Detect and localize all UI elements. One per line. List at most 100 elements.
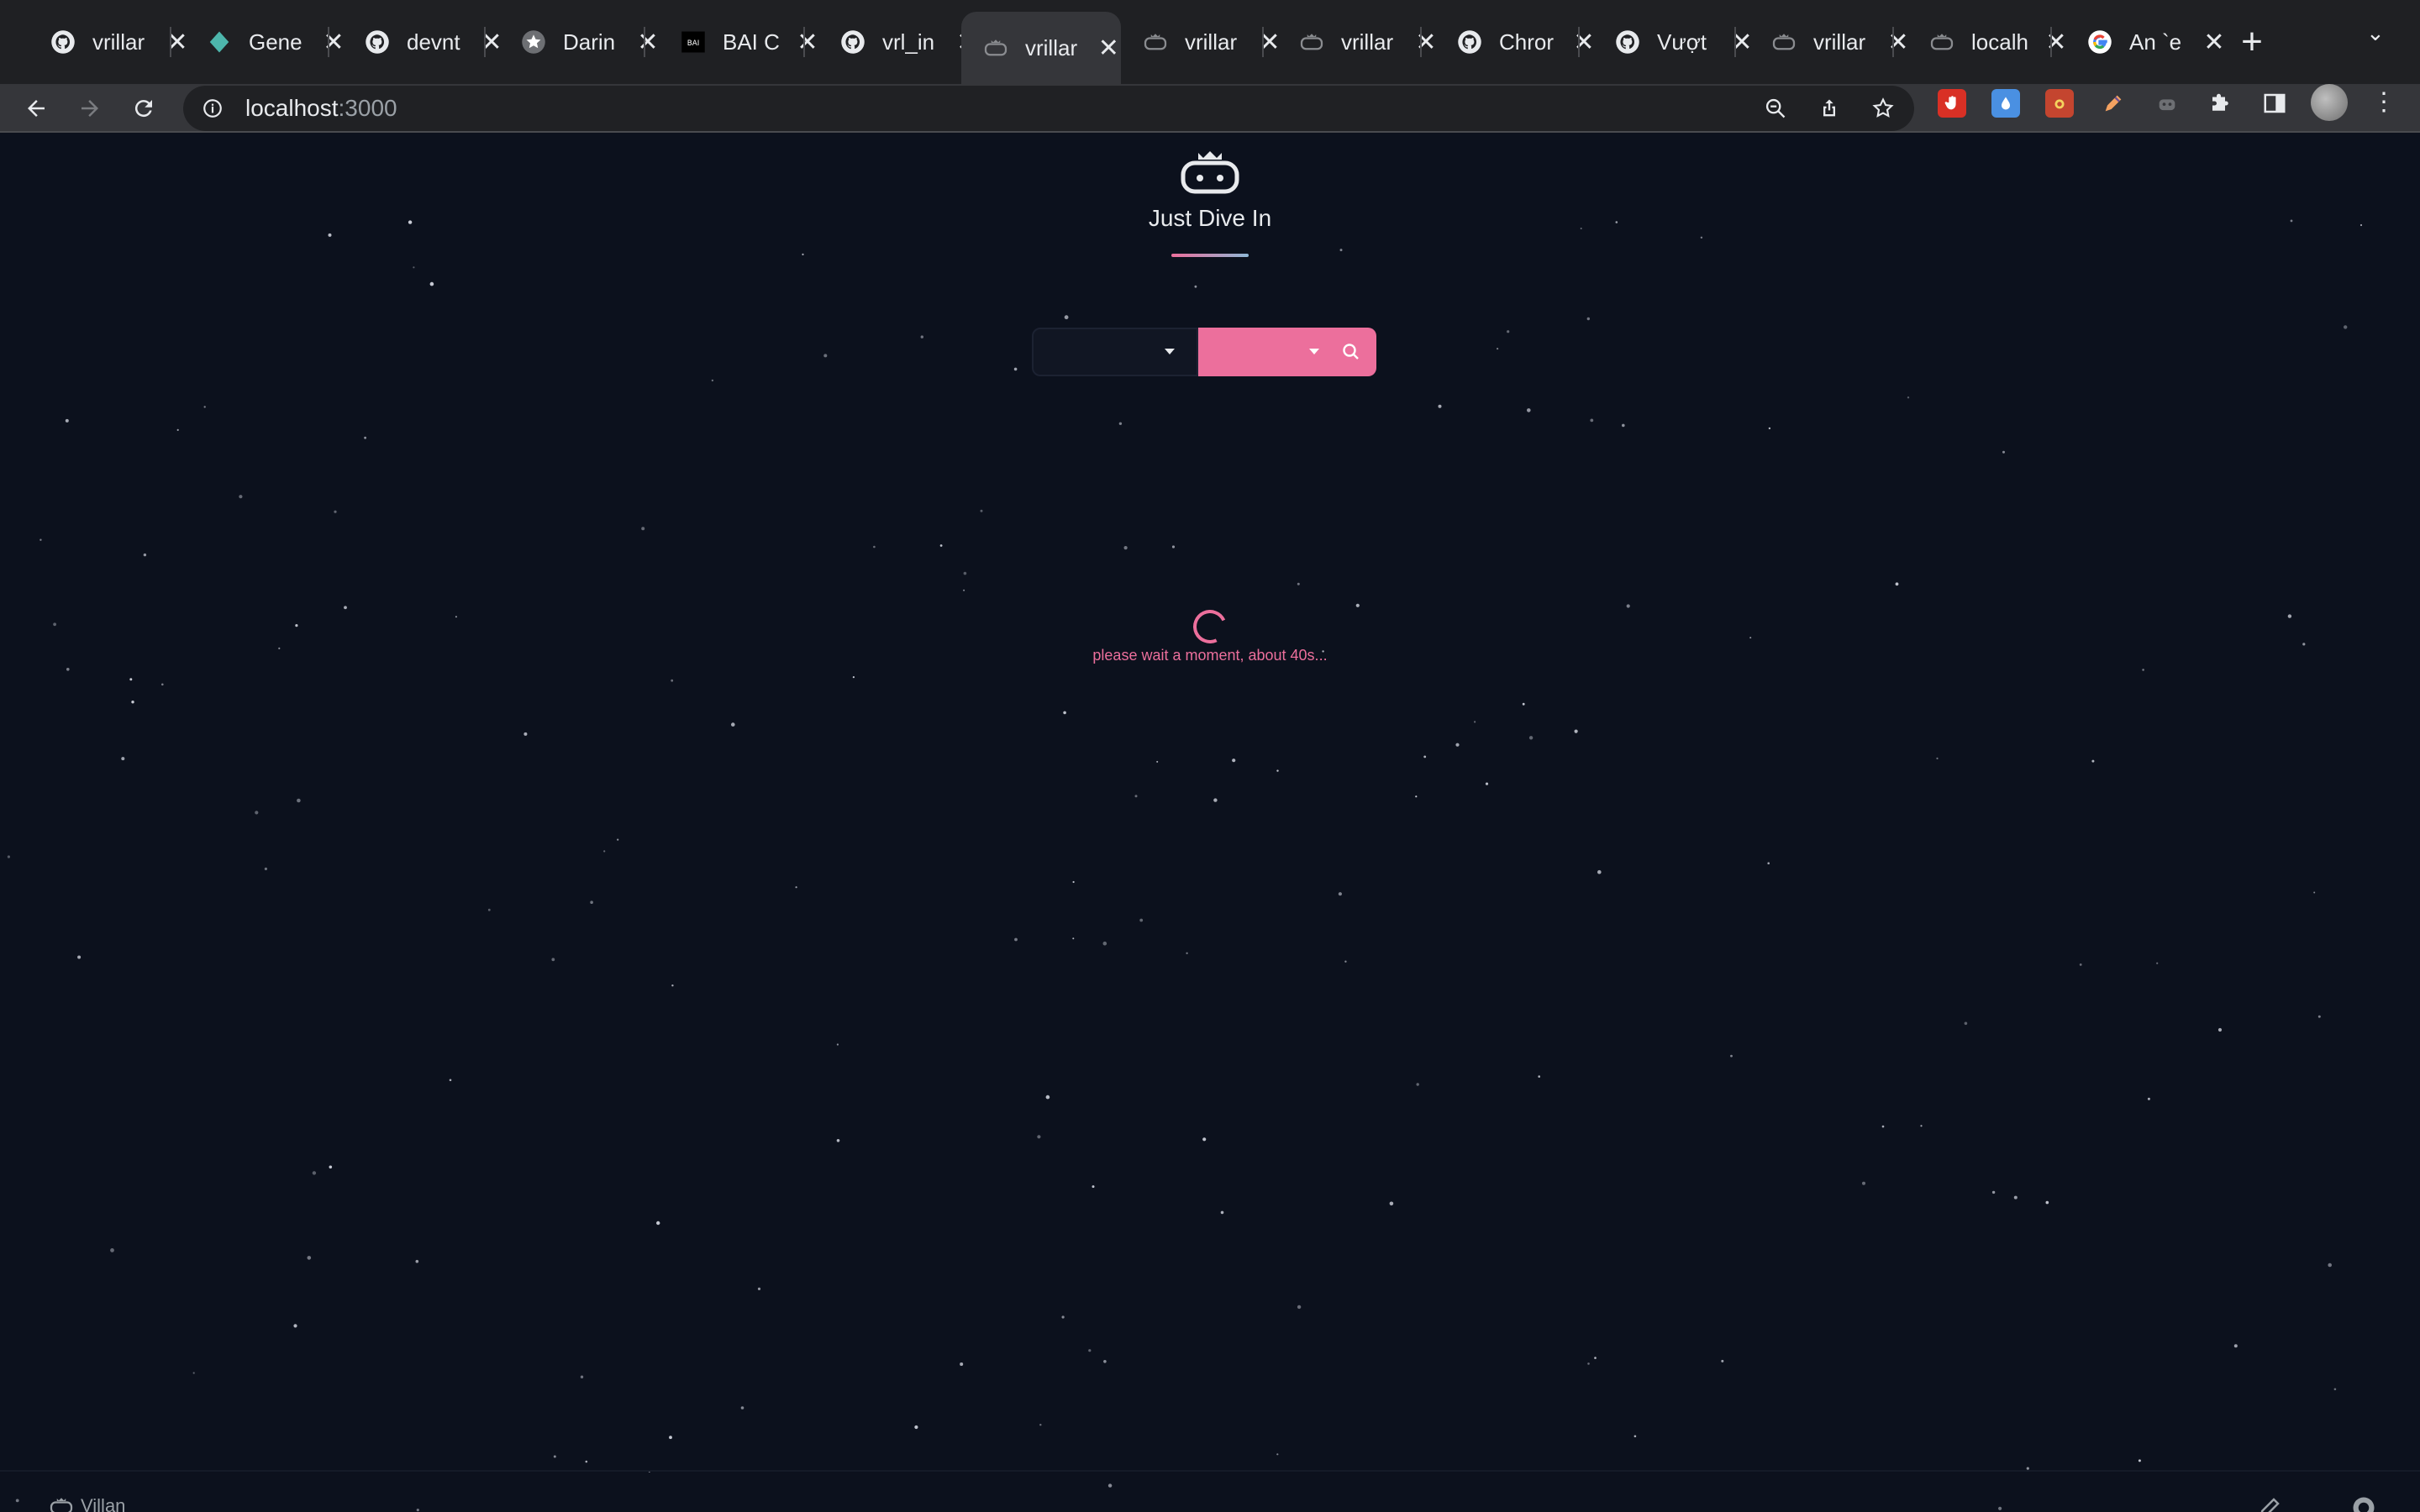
reload-icon bbox=[134, 100, 152, 118]
star-dot bbox=[413, 266, 415, 269]
arrow-right-icon bbox=[82, 100, 98, 117]
browser-menu-icon[interactable]: ⋮ bbox=[2371, 87, 2396, 117]
star-dot bbox=[1998, 1506, 2002, 1510]
star-dot bbox=[1213, 798, 1218, 802]
star-dot bbox=[487, 908, 491, 911]
footer-brand-label: Villan bbox=[81, 1495, 126, 1512]
extension-bug-icon[interactable] bbox=[2045, 89, 2074, 118]
profile-avatar[interactable] bbox=[2311, 84, 2348, 121]
star-dot bbox=[1194, 285, 1197, 288]
star-dot bbox=[1088, 1349, 1092, 1352]
star-dot bbox=[1474, 721, 1476, 723]
star-dot bbox=[66, 668, 70, 671]
star-dot bbox=[1118, 422, 1123, 425]
star-dot bbox=[1455, 743, 1460, 747]
star-dot bbox=[2313, 891, 2316, 894]
close-tab-icon[interactable]: ✕ bbox=[2202, 28, 2227, 57]
browser-tab[interactable]: localh ✕ bbox=[1904, 12, 2069, 72]
extension-pencil-icon[interactable] bbox=[2099, 89, 2128, 118]
new-tab-button[interactable]: + bbox=[2235, 18, 2269, 66]
extension-drop-icon[interactable] bbox=[1991, 89, 2020, 118]
side-panel-icon[interactable] bbox=[2260, 89, 2289, 118]
star-dot bbox=[334, 510, 337, 513]
zoom-icon[interactable] bbox=[1763, 96, 1788, 121]
browser-tab[interactable]: Vượt ✕ bbox=[1590, 12, 1754, 72]
robot-icon bbox=[1929, 29, 1954, 55]
star-dot bbox=[329, 1165, 333, 1169]
browser-tab[interactable]: Gene ✕ bbox=[182, 12, 346, 72]
tab-title: devnt bbox=[407, 29, 460, 55]
star-dot bbox=[1389, 1201, 1394, 1206]
browser-tab[interactable]: devnt ✕ bbox=[339, 12, 504, 72]
star-dot bbox=[802, 253, 804, 255]
pencil-icon[interactable] bbox=[2257, 1495, 2282, 1512]
address-bar[interactable]: localhost:3000 bbox=[183, 86, 1914, 131]
star-dot bbox=[1700, 236, 1703, 239]
star-dot bbox=[1574, 729, 1578, 733]
brand-underline bbox=[1171, 254, 1249, 257]
github-icon bbox=[1457, 29, 1482, 55]
star-dot bbox=[1344, 960, 1347, 963]
browser-tab[interactable]: vrillar ✕ bbox=[25, 12, 190, 72]
reload-button[interactable] bbox=[126, 91, 161, 126]
star-dot bbox=[455, 616, 457, 618]
caret-down-icon bbox=[1165, 349, 1175, 354]
tab-separator bbox=[803, 27, 805, 57]
search-button[interactable] bbox=[1338, 328, 1376, 376]
browser-tab[interactable]: vrillar ✕ bbox=[1746, 12, 1911, 72]
tab-separator bbox=[328, 27, 329, 57]
star-dot bbox=[1107, 1483, 1113, 1488]
star-dot bbox=[1232, 759, 1236, 763]
github-icon[interactable] bbox=[2351, 1495, 2376, 1512]
star-dot bbox=[239, 495, 243, 499]
extension-hand-icon[interactable] bbox=[1938, 89, 1966, 118]
browser-tab[interactable]: vrillar ✕ bbox=[1118, 12, 1282, 72]
browser-tab[interactable]: vrl_in✕ bbox=[815, 12, 980, 72]
star-dot bbox=[553, 1455, 556, 1458]
star-dot bbox=[1014, 937, 1018, 942]
star-dot bbox=[2344, 325, 2348, 329]
star-dot bbox=[1920, 1125, 1923, 1127]
star-dot bbox=[1202, 1137, 1207, 1142]
bookmark-star-icon[interactable] bbox=[1870, 96, 1896, 121]
star-dot bbox=[2142, 669, 2144, 671]
search-icon bbox=[1343, 344, 1359, 360]
star-dot bbox=[757, 1287, 761, 1290]
star-dot bbox=[1123, 546, 1128, 550]
share-icon[interactable] bbox=[1817, 96, 1842, 121]
robot-icon bbox=[1771, 29, 1797, 55]
tab-separator bbox=[484, 27, 486, 57]
browser-tab[interactable]: BAI BAI C ✕ bbox=[655, 12, 820, 72]
browser-tab[interactable]: vrillar ✕ bbox=[1274, 12, 1439, 72]
star-dot bbox=[2045, 1200, 2049, 1205]
back-button[interactable] bbox=[18, 91, 54, 126]
star-dot bbox=[1768, 427, 1771, 430]
star-dot bbox=[364, 436, 366, 439]
browser-tab[interactable]: An `e ✕ bbox=[2062, 12, 2227, 72]
star-dot bbox=[551, 958, 555, 962]
tab-search-chevron-icon[interactable]: ⌄ bbox=[2366, 20, 2385, 46]
browser-tab[interactable]: Darin ✕ bbox=[496, 12, 660, 72]
tab-separator bbox=[170, 27, 171, 57]
category-select[interactable] bbox=[1198, 328, 1338, 376]
star-dot bbox=[603, 850, 606, 853]
star-dot bbox=[264, 867, 267, 870]
extension-robot-icon[interactable] bbox=[2153, 89, 2181, 118]
star-dot bbox=[2287, 614, 2292, 618]
forward-button[interactable] bbox=[72, 91, 108, 126]
extensions-puzzle-icon[interactable] bbox=[2207, 89, 2235, 118]
source-select[interactable] bbox=[1032, 328, 1198, 376]
page-viewport: Just Dive In please wait a moment, about… bbox=[0, 134, 2420, 1512]
site-info-icon[interactable] bbox=[200, 96, 225, 121]
star-dot bbox=[1220, 1210, 1224, 1215]
star-dot bbox=[1964, 1021, 1968, 1026]
star-dot bbox=[2317, 1015, 2321, 1018]
browser-tab[interactable]: vrillar ✕ bbox=[961, 12, 1121, 84]
star-dot bbox=[2156, 962, 2159, 964]
browser-tab[interactable]: Chror ✕ bbox=[1432, 12, 1597, 72]
star-dot bbox=[963, 589, 965, 591]
robot-icon bbox=[1299, 29, 1324, 55]
gem-icon bbox=[207, 29, 232, 55]
star-dot bbox=[1895, 582, 1899, 586]
tab-separator bbox=[1578, 27, 1580, 57]
